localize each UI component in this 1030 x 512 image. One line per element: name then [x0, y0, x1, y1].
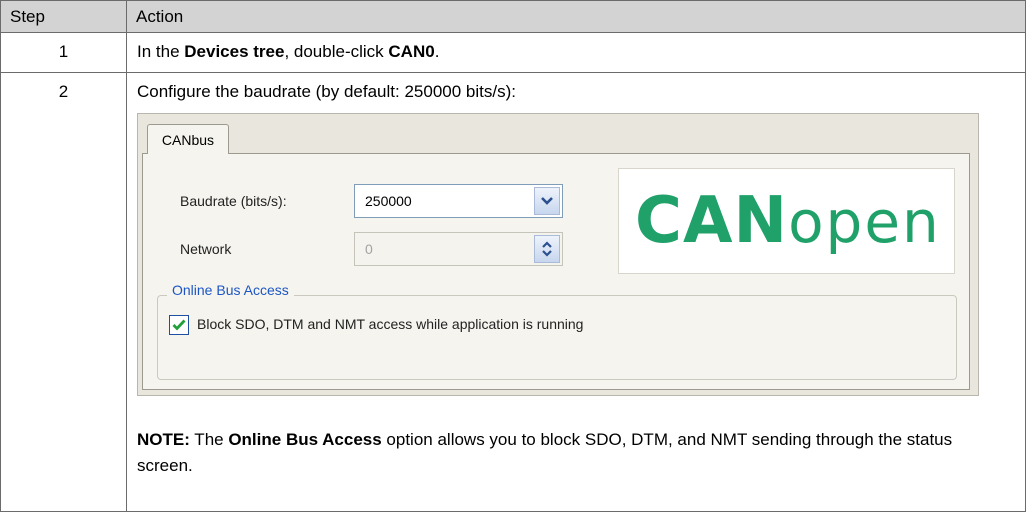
note-prefix: NOTE:	[137, 430, 190, 449]
chevron-down-icon[interactable]	[534, 187, 560, 215]
step-number: 2	[0, 72, 127, 512]
action-cell: Configure the baudrate (by default: 2500…	[126, 72, 1026, 512]
online-bus-access-term: Online Bus Access	[228, 430, 382, 449]
step-number: 1	[0, 32, 127, 73]
online-bus-access-group	[157, 295, 957, 380]
block-access-label: Block SDO, DTM and NMT access while appl…	[197, 316, 584, 332]
baudrate-label: Baudrate (bits/s):	[180, 193, 287, 209]
canopen-logo-text: CANopen	[635, 184, 941, 258]
baudrate-select[interactable]: 250000	[354, 184, 563, 218]
table-row: 2 Configure the baudrate (by default: 25…	[0, 72, 1026, 512]
online-bus-access-title: Online Bus Access	[167, 282, 294, 298]
block-access-checkbox[interactable]	[169, 315, 189, 335]
network-value: 0	[365, 241, 373, 257]
table-row: 1 In the Devices tree, double-click CAN0…	[0, 32, 1026, 73]
tab-canbus[interactable]: CANbus	[147, 124, 229, 154]
steps-table: Step Action 1 In the Devices tree, doubl…	[0, 0, 1026, 512]
network-label: Network	[180, 241, 232, 257]
canopen-logo: CANopen	[618, 168, 955, 274]
checkmark-icon	[172, 319, 186, 331]
devices-tree-term: Devices tree	[184, 42, 285, 61]
canbus-panel: Baudrate (bits/s): 250000 Network 0 CANo…	[142, 153, 970, 390]
can0-term: CAN0	[388, 42, 435, 61]
baudrate-value: 250000	[365, 193, 412, 209]
network-stepper[interactable]: 0	[354, 232, 563, 266]
note-paragraph: NOTE: The Online Bus Access option allow…	[137, 430, 953, 475]
header-action: Action	[126, 0, 1026, 33]
action-text: In the Devices tree, double-click CAN0.	[126, 32, 1026, 73]
spin-updown-icon[interactable]	[534, 235, 560, 263]
canbus-config-screenshot: CANbus Baudrate (bits/s): 250000 Network…	[137, 113, 979, 396]
action-instruction: Configure the baudrate (by default: 2500…	[137, 82, 516, 101]
header-step: Step	[0, 0, 127, 33]
